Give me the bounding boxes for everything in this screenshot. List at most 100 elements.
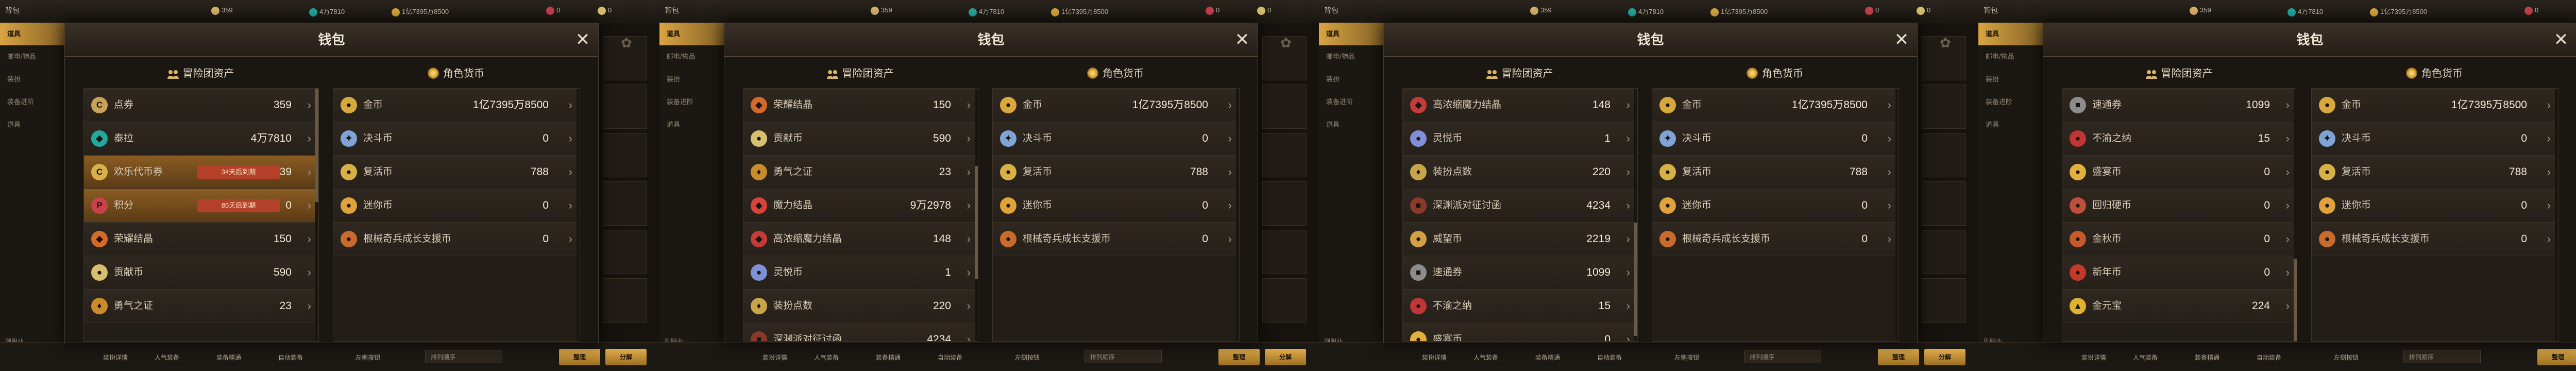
currency-row[interactable]: ♦ 勇气之证 23 › — [743, 156, 978, 189]
inventory-slot[interactable] — [1922, 278, 1966, 323]
currency-row[interactable]: ● 迷你币 0 › — [1652, 189, 1899, 223]
currency-row[interactable]: ✦ 决斗币 0 › — [2312, 122, 2558, 156]
currency-row[interactable]: ● 迷你币 0 › — [333, 189, 580, 223]
chevron-right-icon[interactable]: › — [569, 156, 572, 189]
chevron-right-icon[interactable]: › — [967, 122, 971, 155]
sidebar-tab[interactable]: 装扮 — [0, 68, 72, 91]
sidebar-tab[interactable]: 邮电/物品 — [1978, 45, 2050, 68]
sidebar-tab[interactable]: 道具 — [1978, 113, 2050, 136]
inventory-slot[interactable] — [1262, 230, 1307, 274]
chevron-right-icon[interactable]: › — [967, 323, 971, 341]
currency-row[interactable]: ● 不渝之纳 15 › — [2062, 122, 2297, 156]
sort-select[interactable]: 排列顺序 — [2403, 350, 2481, 363]
currency-row[interactable]: ● 回归硬币 0 › — [2062, 189, 2297, 223]
scrollbar[interactable] — [1895, 89, 1899, 341]
chevron-right-icon[interactable]: › — [569, 89, 572, 122]
chevron-right-icon[interactable]: › — [308, 156, 311, 189]
chevron-right-icon[interactable]: › — [1228, 156, 1232, 189]
chevron-right-icon[interactable]: › — [1228, 89, 1232, 122]
inventory-slot[interactable] — [603, 85, 647, 129]
currency-row[interactable]: ■ 深渊派对征讨函 4234 › — [743, 323, 978, 341]
chevron-right-icon[interactable]: › — [308, 223, 311, 256]
chevron-right-icon[interactable]: › — [2286, 122, 2290, 155]
scrollbar[interactable] — [1236, 89, 1239, 341]
sidebar-tab[interactable]: 道具 — [1978, 23, 2050, 45]
sort-button[interactable]: 整理 — [559, 349, 600, 365]
currency-row[interactable]: ◆ 荣耀结晶 150 › — [743, 89, 978, 122]
currency-row[interactable]: ▲ 金元宝 224 › — [2062, 290, 2297, 323]
sidebar-tab[interactable]: 装备进阶 — [1319, 91, 1391, 113]
bottom-tab[interactable]: 装扮详情 — [103, 353, 128, 362]
currency-row[interactable]: C 点券 359 › — [84, 89, 318, 122]
chevron-right-icon[interactable]: › — [569, 122, 572, 155]
chevron-right-icon[interactable]: › — [967, 256, 971, 289]
sort-select[interactable]: 排列顺序 — [1084, 350, 1162, 363]
chevron-right-icon[interactable]: › — [1888, 223, 1891, 256]
chevron-right-icon[interactable]: › — [967, 290, 971, 323]
chevron-right-icon[interactable]: › — [308, 290, 311, 323]
currency-row[interactable]: ● 金秋币 0 › — [2062, 223, 2297, 256]
currency-row[interactable]: ● 盛宴币 0 › — [1403, 323, 1637, 341]
sidebar-tab[interactable]: 邮电/物品 — [1319, 45, 1391, 68]
currency-row[interactable]: ● 金币 1亿7395万8500 › — [2312, 89, 2558, 122]
chevron-right-icon[interactable]: › — [1626, 223, 1630, 256]
bottom-tab[interactable]: 左侧按钮 — [2334, 353, 2359, 362]
chevron-right-icon[interactable]: › — [1888, 122, 1891, 155]
inventory-slot[interactable] — [1262, 133, 1307, 177]
inventory-slot[interactable] — [1922, 85, 1966, 129]
currency-row[interactable]: ◆ 泰拉 4万7810 › — [84, 122, 318, 156]
bottom-tab[interactable]: 自动装备 — [2257, 353, 2281, 362]
close-icon[interactable]: ✕ — [572, 29, 593, 50]
gear-icon[interactable]: ✿ — [621, 35, 632, 51]
sidebar-tab[interactable]: 道具 — [0, 113, 72, 136]
inventory-slot[interactable] — [1262, 278, 1307, 323]
scrollbar-thumb[interactable] — [1634, 223, 1637, 336]
scrollbar[interactable] — [2294, 89, 2297, 341]
disassemble-button[interactable]: 分解 — [1265, 349, 1306, 365]
currency-row[interactable]: ● 复活币 788 › — [2312, 156, 2558, 189]
chevron-right-icon[interactable]: › — [967, 189, 971, 222]
chevron-right-icon[interactable]: › — [2286, 256, 2290, 289]
currency-row[interactable]: ♦ 装扮点数 220 › — [743, 290, 978, 323]
chevron-right-icon[interactable]: › — [308, 256, 311, 289]
inventory-slot[interactable] — [603, 181, 647, 226]
sidebar-tab[interactable]: 道具 — [659, 23, 732, 45]
chevron-right-icon[interactable]: › — [1228, 223, 1232, 256]
sidebar-tab[interactable]: 道具 — [1319, 23, 1391, 45]
currency-row[interactable]: ● 贡献币 590 › — [84, 256, 318, 290]
chevron-right-icon[interactable]: › — [2547, 156, 2551, 189]
chevron-right-icon[interactable]: › — [1626, 122, 1630, 155]
inventory-slot[interactable] — [603, 230, 647, 274]
chevron-right-icon[interactable]: › — [1228, 122, 1232, 155]
sidebar-tab[interactable]: 道具 — [1319, 113, 1391, 136]
chevron-right-icon[interactable]: › — [308, 89, 311, 122]
currency-row[interactable]: ● 复活币 788 › — [993, 156, 1239, 189]
sort-button[interactable]: 整理 — [1878, 349, 1919, 365]
currency-row[interactable]: ♦ 勇气之证 23 › — [84, 290, 318, 323]
chevron-right-icon[interactable]: › — [569, 223, 572, 256]
currency-row[interactable]: ✦ 决斗币 0 › — [333, 122, 580, 156]
chevron-right-icon[interactable]: › — [1626, 189, 1630, 222]
chevron-right-icon[interactable]: › — [1626, 89, 1630, 122]
sidebar-tab[interactable]: 装扮 — [1978, 68, 2050, 91]
sidebar-tab[interactable]: 道具 — [0, 23, 72, 45]
currency-row[interactable]: ◆ 荣耀结晶 150 › — [84, 223, 318, 256]
currency-row[interactable]: ✦ 决斗币 0 › — [993, 122, 1239, 156]
currency-row[interactable]: ● 威望币 2219 › — [1403, 223, 1637, 256]
chevron-right-icon[interactable]: › — [2547, 122, 2551, 155]
chevron-right-icon[interactable]: › — [308, 122, 311, 155]
currency-row[interactable]: ◆ 魔力结晶 9万2978 › — [743, 189, 978, 223]
scrollbar-thumb[interactable] — [315, 89, 318, 202]
currency-row[interactable]: ◆ 高浓缩魔力结晶 148 › — [1403, 89, 1637, 122]
sidebar-tab[interactable]: 道具 — [659, 113, 732, 136]
currency-row[interactable]: ● 迷你币 0 › — [993, 189, 1239, 223]
currency-row[interactable]: P 积分 85天后到期 0 › — [84, 189, 318, 223]
close-icon[interactable]: ✕ — [2551, 29, 2571, 50]
bottom-tab[interactable]: 自动装备 — [938, 353, 962, 362]
sidebar-tab[interactable]: 装备进阶 — [659, 91, 732, 113]
chevron-right-icon[interactable]: › — [2547, 89, 2551, 122]
bottom-tab[interactable]: 左侧按钮 — [1015, 353, 1040, 362]
scrollbar[interactable] — [577, 89, 580, 341]
chevron-right-icon[interactable]: › — [2547, 223, 2551, 256]
bottom-tab[interactable]: 左侧按钮 — [1674, 353, 1699, 362]
